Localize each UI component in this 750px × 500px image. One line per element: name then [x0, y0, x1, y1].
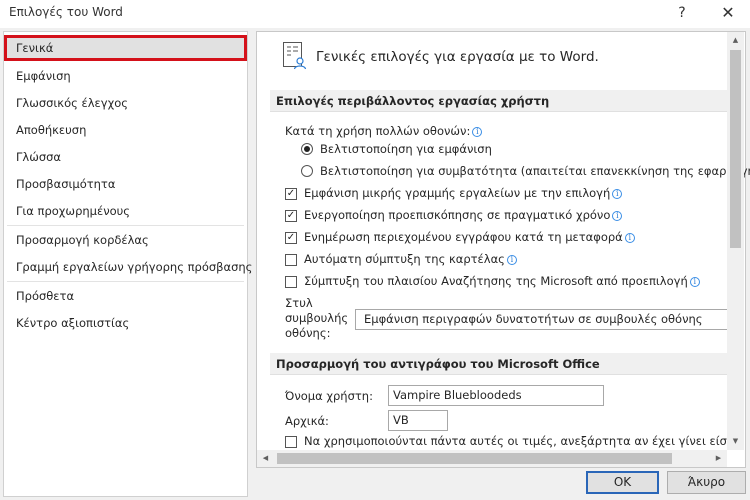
update-on-drag-row: Ενημέρωση περιεχομένου εγγράφου κατά τη …	[304, 230, 635, 244]
collapse-ribbon-label: Αυτόματη σύμπτυξη της καρτέλας	[304, 252, 505, 266]
info-icon[interactable]: i	[612, 211, 623, 221]
ok-button[interactable]: OK	[586, 471, 659, 494]
checkbox-live-preview[interactable]: ✓	[285, 210, 297, 222]
title-bar: Επιλογές του Word ? ✕	[0, 0, 750, 28]
username-input[interactable]: Vampire Bluebloodeds	[388, 385, 604, 406]
initials-label: Αρχικά:	[285, 414, 329, 428]
scroll-right-icon[interactable]: ▶	[710, 450, 727, 467]
horizontal-scroll-thumb[interactable]	[277, 453, 672, 464]
radio-optimize-appearance-label: Βελτιστοποίηση για εμφάνιση	[320, 142, 492, 156]
screentip-label-line: Στυλ	[285, 296, 313, 310]
username-label: Όνομα χρήστη:	[285, 389, 373, 403]
info-icon[interactable]: i	[472, 127, 483, 137]
scroll-left-icon[interactable]: ◀	[257, 450, 274, 467]
sidebar-item-trust-center[interactable]: Κέντρο αξιοπιστίας	[4, 310, 247, 336]
info-icon[interactable]: i	[689, 277, 700, 287]
radio-optimize-compatibility[interactable]	[301, 165, 313, 177]
scroll-down-icon[interactable]: ▼	[727, 433, 744, 450]
radio-optimize-appearance[interactable]	[301, 143, 313, 155]
checkbox-collapse-search[interactable]	[285, 276, 297, 288]
initials-input[interactable]: VB	[388, 410, 448, 431]
checkbox-collapse-ribbon[interactable]	[285, 254, 297, 266]
sidebar-item-addins[interactable]: Πρόσθετα	[4, 283, 247, 309]
sidebar-item-proofing[interactable]: Γλωσσικός έλεγχος	[4, 90, 247, 116]
help-button[interactable]: ?	[671, 3, 693, 23]
horizontal-scrollbar[interactable]: ◀ ▶	[257, 450, 727, 467]
sidebar: Γενικά Εμφάνιση Γλωσσικός έλεγχος Αποθήκ…	[3, 31, 252, 497]
info-icon[interactable]: i	[624, 233, 635, 243]
collapse-search-row: Σύμπτυξη του πλαισίου Αναζήτησης της Mic…	[304, 274, 700, 288]
vertical-scroll-thumb[interactable]	[730, 50, 741, 248]
mini-toolbar-label: Εμφάνιση μικρής γραμμής εργαλείων με την…	[304, 186, 611, 200]
screentip-style-label: Στυλ συμβουλής οθόνης:	[285, 296, 348, 341]
always-use-values-label: Να χρησιμοποιούνται πάντα αυτές οι τιμές…	[304, 434, 727, 448]
multi-display-label: Κατά τη χρήση πολλών οθονών:	[285, 124, 471, 138]
window-title: Επιλογές του Word	[9, 5, 123, 19]
collapse-search-label: Σύμπτυξη του πλαισίου Αναζήτησης της Mic…	[304, 274, 688, 288]
vertical-scrollbar[interactable]: ▲ ▼	[727, 32, 744, 450]
screentip-label-line: οθόνης:	[285, 326, 331, 340]
sidebar-item-general[interactable]: Γενικά	[4, 35, 247, 61]
sidebar-divider	[7, 281, 244, 282]
section-header-ui-options: Επιλογές περιβάλλοντος εργασίας χρήστη	[270, 90, 727, 112]
cancel-button[interactable]: Άκυρο	[667, 471, 746, 494]
general-options-icon	[283, 42, 307, 70]
screentip-style-select[interactable]: Εμφάνιση περιγραφών δυνατοτήτων σε συμβο…	[355, 309, 729, 330]
sidebar-item-quick-access-toolbar[interactable]: Γραμμή εργαλείων γρήγορης πρόσβασης	[4, 254, 252, 280]
intro-heading: Γενικές επιλογές για εργασία με το Word.	[316, 49, 599, 65]
collapse-ribbon-row: Αυτόματη σύμπτυξη της καρτέλας i	[304, 252, 517, 266]
sidebar-divider	[7, 225, 244, 226]
sidebar-item-advanced[interactable]: Για προχωρημένους	[4, 198, 247, 224]
info-icon[interactable]: i	[506, 255, 517, 265]
sidebar-item-language[interactable]: Γλώσσα	[4, 144, 247, 170]
sidebar-item-customize-ribbon[interactable]: Προσαρμογή κορδέλας	[4, 227, 247, 253]
live-preview-row: Ενεργοποίηση προεπισκόπησης σε πραγματικ…	[304, 208, 623, 222]
info-icon[interactable]: i	[612, 189, 623, 199]
sidebar-item-accessibility[interactable]: Προσβασιμότητα	[4, 171, 247, 197]
scroll-up-icon[interactable]: ▲	[727, 32, 744, 49]
live-preview-label: Ενεργοποίηση προεπισκόπησης σε πραγματικ…	[304, 208, 611, 222]
sidebar-item-display[interactable]: Εμφάνιση	[4, 63, 247, 89]
radio-optimize-compatibility-label: Βελτιστοποίηση για συμβατότητα (απαιτείτ…	[320, 164, 750, 178]
checkbox-always-use-values[interactable]	[285, 436, 297, 448]
multi-display-row: Κατά τη χρήση πολλών οθονών: i	[285, 124, 483, 138]
mini-toolbar-row: Εμφάνιση μικρής γραμμής εργαλείων με την…	[304, 186, 623, 200]
checkbox-update-on-drag[interactable]: ✓	[285, 232, 297, 244]
checkbox-mini-toolbar[interactable]: ✓	[285, 188, 297, 200]
screentip-label-line: συμβουλής	[285, 311, 349, 325]
section-header-personalize: Προσαρμογή του αντιγράφου του Microsoft …	[270, 353, 727, 375]
sidebar-item-save[interactable]: Αποθήκευση	[4, 117, 247, 143]
close-button[interactable]: ✕	[717, 3, 739, 23]
update-on-drag-label: Ενημέρωση περιεχομένου εγγράφου κατά τη …	[304, 230, 623, 244]
